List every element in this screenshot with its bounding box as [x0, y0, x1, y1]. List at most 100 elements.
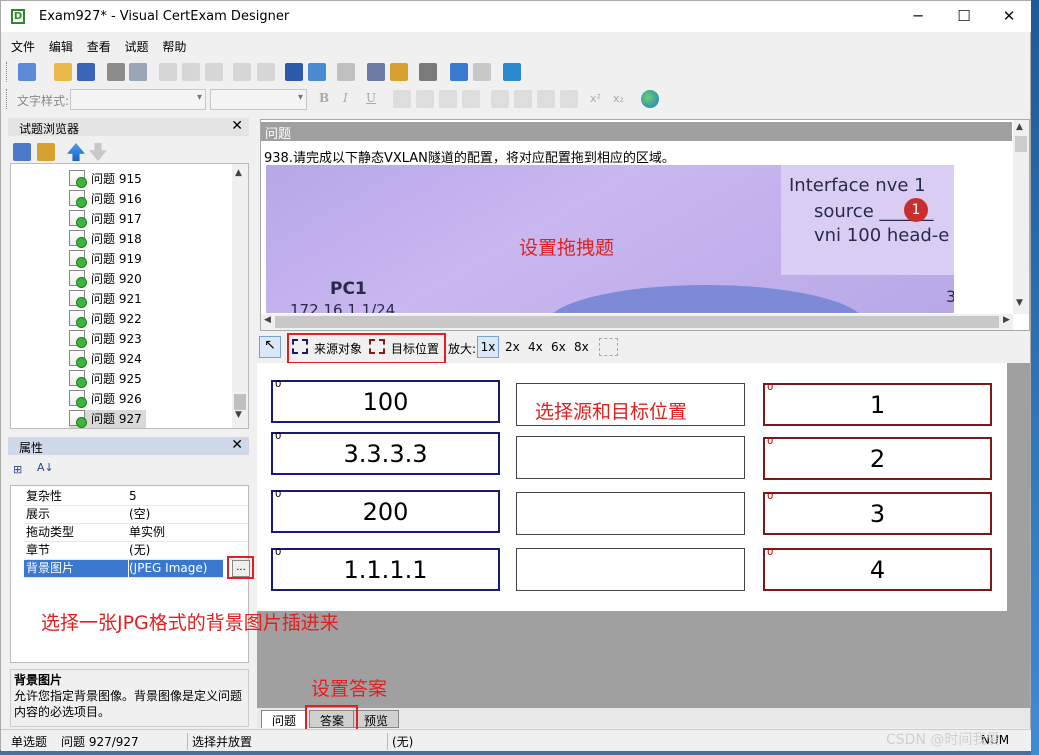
scroll-down-icon[interactable]: ▼ — [1016, 298, 1023, 308]
bold-icon[interactable]: B — [319, 91, 329, 105]
tree-item[interactable]: 问题 921 — [69, 290, 142, 310]
undo-icon[interactable] — [233, 63, 251, 81]
tree-item[interactable]: 问题 927 — [69, 410, 146, 428]
redo-icon[interactable] — [257, 63, 275, 81]
import-icon[interactable] — [450, 63, 468, 81]
scroll-up-icon[interactable]: ▲ — [1016, 122, 1023, 132]
property-row-selected[interactable]: 背景图片 (JPEG Image) — [24, 560, 248, 578]
open-folder-icon[interactable] — [54, 63, 72, 81]
subscript-icon[interactable]: x₂ — [613, 92, 624, 105]
align-left-icon[interactable] — [393, 90, 411, 108]
scroll-thumb[interactable] — [275, 316, 999, 328]
source-box[interactable]: 0 3.3.3.3 — [271, 431, 500, 475]
tree-item[interactable]: 问题 926 — [69, 390, 142, 410]
italic-icon[interactable]: I — [343, 91, 348, 105]
tree-item[interactable]: 问题 917 — [69, 210, 142, 230]
scroll-right-icon[interactable]: ▶ — [1003, 315, 1010, 325]
source-box[interactable]: 0 1.1.1.1 — [271, 547, 500, 591]
scroll-thumb[interactable] — [1015, 136, 1027, 152]
source-box[interactable]: 0 100 — [271, 379, 500, 423]
tree-scrollbar[interactable]: ▲ ▼ — [232, 164, 248, 428]
superscript-icon[interactable]: x² — [590, 92, 601, 105]
align-right-icon[interactable] — [439, 90, 457, 108]
scroll-up-icon[interactable]: ▲ — [235, 168, 242, 178]
empty-box[interactable] — [516, 548, 745, 591]
tree-item[interactable]: 问题 919 — [69, 250, 142, 270]
help-icon[interactable] — [419, 63, 437, 81]
menu-view[interactable]: 查看 — [87, 34, 111, 55]
fit-icon[interactable] — [599, 338, 618, 356]
find-icon[interactable] — [285, 63, 303, 81]
pointer-icon[interactable]: ↖ — [259, 336, 281, 358]
outline-icon[interactable] — [367, 63, 385, 81]
numbered-list-icon[interactable] — [491, 90, 509, 108]
move-down-icon[interactable] — [89, 143, 107, 161]
empty-box[interactable] — [516, 436, 745, 479]
question-hscrollbar[interactable]: ◀ ▶ — [261, 314, 1013, 330]
underline-icon[interactable]: U — [366, 91, 376, 105]
close-icon[interactable]: ✕ — [231, 118, 243, 134]
categorized-icon[interactable]: ⊞ — [13, 463, 22, 476]
move-up-icon[interactable] — [67, 143, 85, 161]
bullet-list-icon[interactable] — [514, 90, 532, 108]
close-icon[interactable]: ✕ — [231, 437, 243, 453]
cut-icon[interactable] — [159, 63, 177, 81]
print-icon[interactable] — [107, 63, 125, 81]
target-box[interactable]: 04 — [763, 547, 992, 591]
scroll-down-icon[interactable]: ▼ — [235, 410, 242, 420]
tree-item[interactable]: 问题 922 — [69, 310, 142, 330]
property-row[interactable]: 章节 (无) — [24, 542, 248, 560]
target-box[interactable]: 01 — [763, 382, 992, 426]
properties-icon[interactable] — [390, 63, 408, 81]
property-row[interactable]: 拖动类型 单实例 — [24, 524, 248, 542]
add-question-icon[interactable] — [13, 143, 31, 161]
menu-edit[interactable]: 编辑 — [49, 34, 73, 55]
tab-preview[interactable]: 预览 — [353, 710, 400, 728]
menu-help[interactable]: 帮助 — [162, 34, 186, 55]
tree-item[interactable]: 问题 925 — [69, 370, 142, 390]
save-icon[interactable] — [77, 63, 95, 81]
empty-box[interactable] — [516, 492, 745, 535]
question-scrollbar[interactable]: ▲ ▼ — [1013, 120, 1029, 314]
new-exam-icon[interactable] — [18, 63, 36, 81]
test-run-icon[interactable] — [503, 63, 521, 81]
globe-icon[interactable] — [641, 90, 659, 108]
zoom-6x[interactable]: 6x — [551, 340, 566, 354]
justify-icon[interactable] — [462, 90, 480, 108]
print-preview-icon[interactable] — [129, 63, 147, 81]
tree-item[interactable]: 问题 924 — [69, 350, 142, 370]
scroll-left-icon[interactable]: ◀ — [264, 315, 271, 325]
tree-item[interactable]: 问题 920 — [69, 270, 142, 290]
target-box[interactable]: 02 — [763, 436, 992, 480]
property-row[interactable]: 复杂性 5 — [24, 488, 248, 506]
sort-az-icon[interactable]: A↓ — [37, 461, 54, 474]
minimize-button[interactable]: ─ — [895, 1, 941, 32]
maximize-button[interactable]: ☐ — [941, 1, 987, 32]
paste-icon[interactable] — [205, 63, 223, 81]
menu-exam[interactable]: 试题 — [125, 34, 149, 55]
image-icon[interactable] — [337, 63, 355, 81]
tree-item[interactable]: 问题 915 — [69, 170, 142, 190]
tree-item[interactable]: 问题 923 — [69, 330, 142, 350]
font-size-combo[interactable] — [210, 89, 307, 110]
export-icon[interactable] — [473, 63, 491, 81]
tree-item[interactable]: 问题 916 — [69, 190, 142, 210]
zoom-2x[interactable]: 2x — [505, 340, 520, 354]
zoom-1x[interactable]: 1x — [477, 336, 499, 358]
indent-icon[interactable] — [560, 90, 578, 108]
style-combo[interactable] — [70, 89, 206, 110]
scroll-thumb[interactable] — [234, 394, 246, 410]
source-box[interactable]: 0 200 — [271, 489, 500, 533]
align-center-icon[interactable] — [416, 90, 434, 108]
zoom-8x[interactable]: 8x — [574, 340, 589, 354]
menu-file[interactable]: 文件 — [11, 34, 35, 55]
zoom-4x[interactable]: 4x — [528, 340, 543, 354]
property-row[interactable]: 展示 (空) — [24, 506, 248, 524]
tab-question[interactable]: 问题 — [261, 710, 308, 728]
tree-item[interactable]: 问题 918 — [69, 230, 142, 250]
close-button[interactable]: ✕ — [986, 1, 1032, 32]
replace-icon[interactable] — [308, 63, 326, 81]
outdent-icon[interactable] — [537, 90, 555, 108]
target-box[interactable]: 03 — [763, 491, 992, 535]
copy-icon[interactable] — [182, 63, 200, 81]
